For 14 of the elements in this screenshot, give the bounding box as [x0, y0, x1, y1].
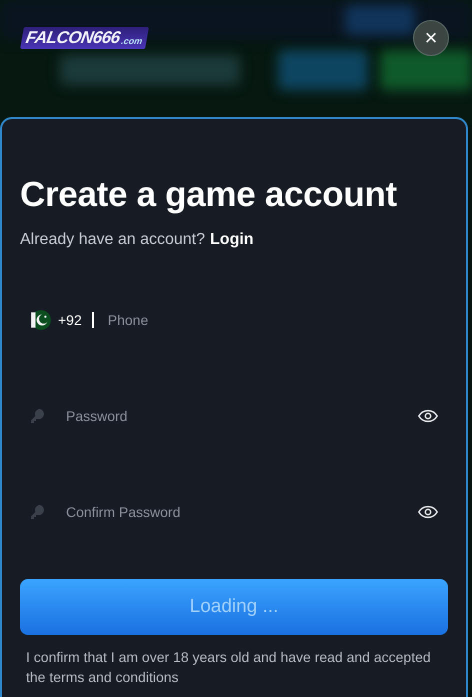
key-icon [30, 408, 46, 424]
eye-icon[interactable] [418, 409, 438, 423]
login-link[interactable]: Login [210, 231, 254, 249]
eye-icon[interactable] [418, 505, 438, 519]
logo: FALCON666.com [20, 27, 149, 49]
password-field[interactable]: Password [66, 408, 418, 424]
password-field[interactable]: Confirm Password [66, 504, 418, 520]
login-prompt: Already have an account? [20, 231, 206, 249]
flag-icon [30, 309, 52, 331]
phone-field[interactable]: Phone [108, 312, 448, 328]
key-icon [30, 504, 46, 520]
form-title: Create a game account [20, 175, 398, 215]
country-code[interactable]: +92 [58, 312, 82, 328]
terms-text: I confirm that I am over 18 years old and have read and accepted the terms and conditions [26, 648, 432, 687]
